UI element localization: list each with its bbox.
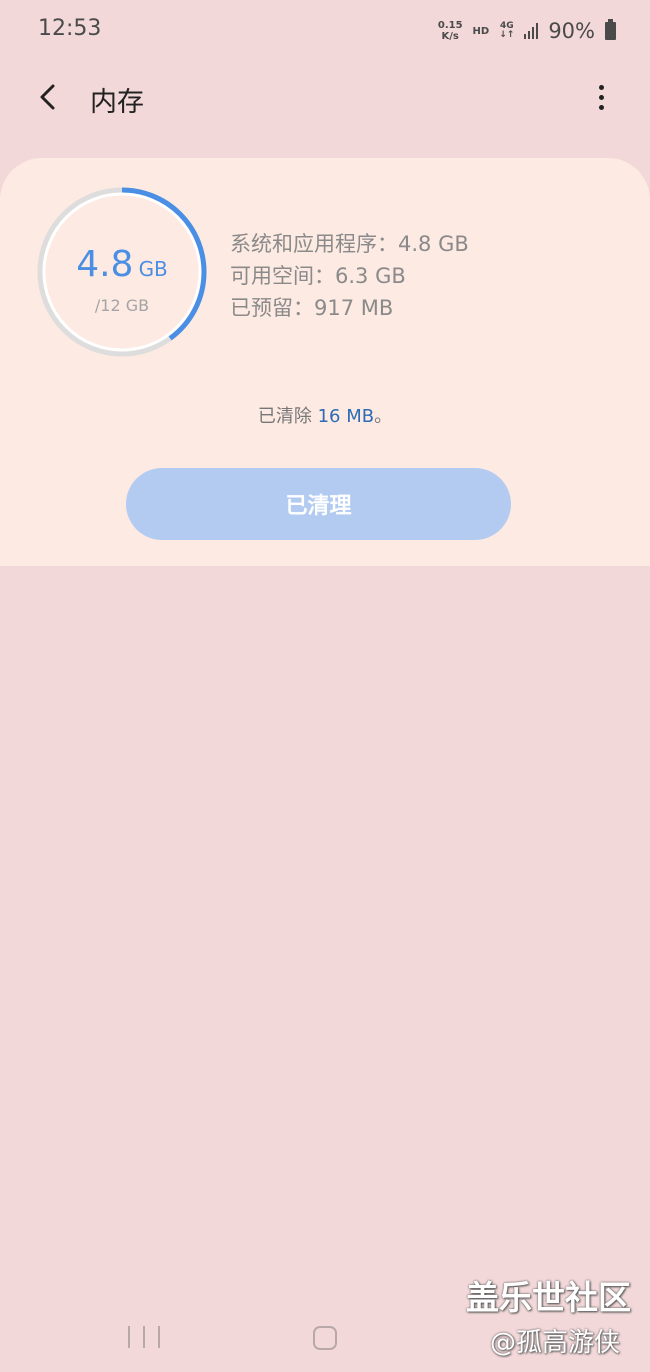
recents-bar-icon <box>143 1326 145 1348</box>
recents-bar-icon <box>128 1326 130 1348</box>
home-button[interactable] <box>313 1326 337 1350</box>
page-title: 内存 <box>90 87 144 118</box>
status-indicators: 0.15 K/s HD 4G ↓↑ 90% <box>438 14 616 48</box>
recents-button[interactable] <box>128 1326 160 1350</box>
used-memory: 4.8 GB <box>36 244 208 285</box>
more-options-button[interactable] <box>578 74 624 120</box>
signal-icon <box>524 23 539 39</box>
memory-card: 4.8 GB /12 GB 系统和应用程序：4.8 GB 可用空间：6.3 GB… <box>0 158 650 566</box>
status-time: 12:53 <box>38 16 102 41</box>
hd-badge: HD <box>472 25 490 37</box>
more-dot-icon <box>598 104 604 110</box>
recents-bar-icon <box>158 1326 160 1348</box>
clean-button[interactable]: 已清理 <box>126 468 511 540</box>
used-memory-value: 4.8 <box>76 244 134 285</box>
used-memory-unit: GB <box>138 257 168 281</box>
network-speed-unit: K/s <box>441 31 459 42</box>
app-bar: 内存 <box>0 62 650 132</box>
system-apps-usage: 系统和应用程序：4.8 GB <box>230 232 469 256</box>
battery-level: 90% <box>548 19 595 43</box>
battery-icon <box>605 19 616 40</box>
memory-usage-ring: 4.8 GB /12 GB <box>36 186 208 358</box>
cleared-amount: 16 MB <box>317 406 375 427</box>
more-dot-icon <box>598 94 604 100</box>
cleared-message: 已清除 16 MB。 <box>0 402 650 428</box>
network-speed: 0.15 K/s <box>438 20 463 42</box>
cleared-prefix: 已清除 <box>257 406 318 427</box>
ring-center: 4.8 GB /12 GB <box>36 186 208 358</box>
status-bar: 12:53 0.15 K/s HD 4G ↓↑ 90% <box>0 0 650 62</box>
more-dot-icon <box>598 84 604 90</box>
reserved-memory: 已预留：917 MB <box>230 296 394 320</box>
screen: 12:53 0.15 K/s HD 4G ↓↑ 90% 内存 4.8 GB /1… <box>0 0 650 1372</box>
available-space: 可用空间：6.3 GB <box>230 264 406 288</box>
navigation-bar <box>0 1302 650 1372</box>
back-button[interactable] <box>26 74 72 120</box>
memory-details: 系统和应用程序：4.8 GB 可用空间：6.3 GB 已预留：917 MB <box>230 228 469 324</box>
back-arrow-icon <box>40 84 55 110</box>
network-arrows-icon: ↓↑ <box>499 30 515 40</box>
network-type: 4G ↓↑ <box>499 22 514 40</box>
cleared-suffix: 。 <box>374 406 393 427</box>
total-memory: /12 GB <box>94 296 150 315</box>
network-speed-value: 0.15 <box>437 20 463 31</box>
